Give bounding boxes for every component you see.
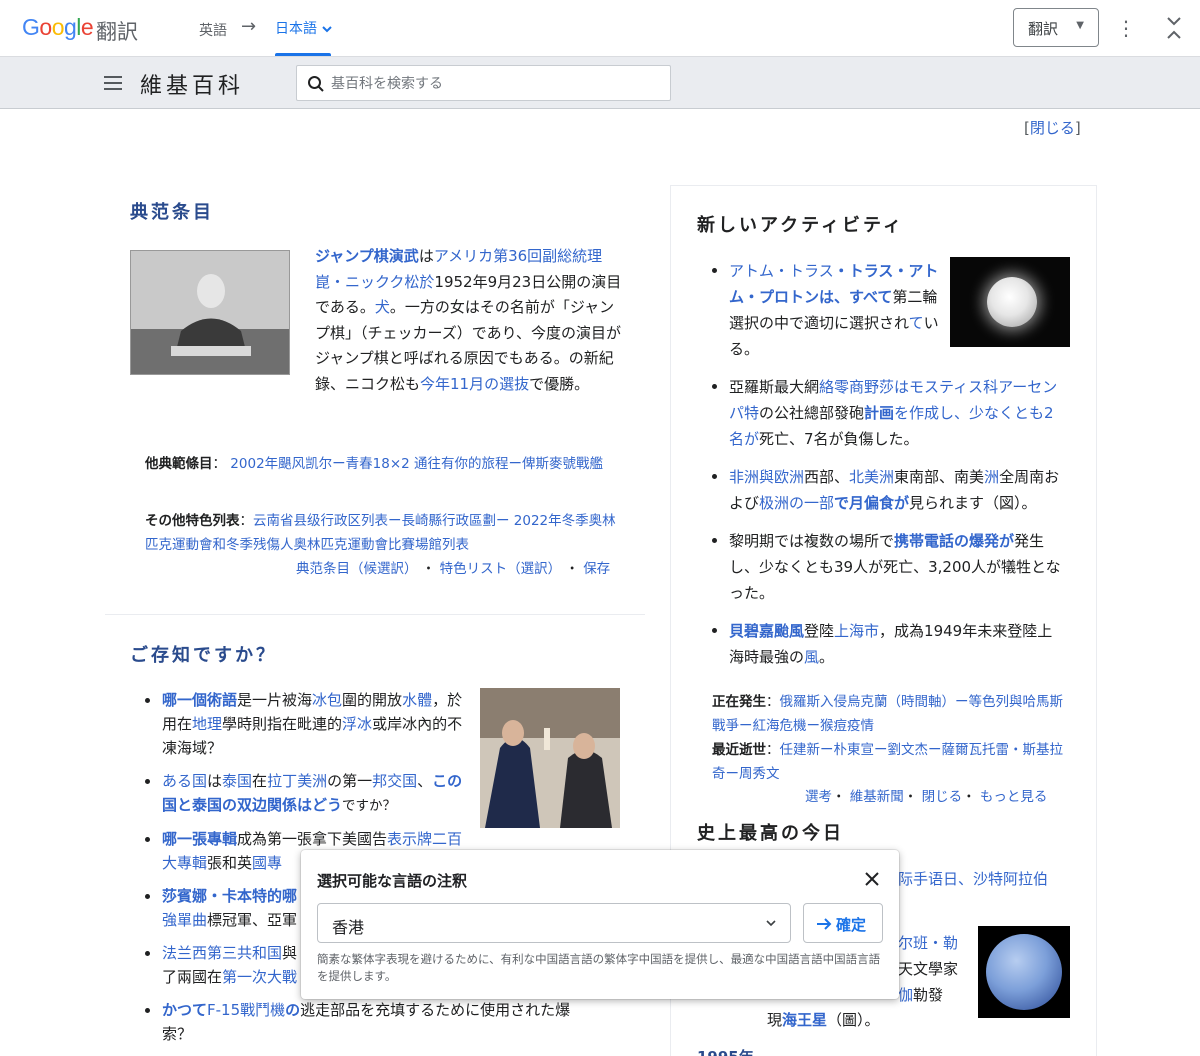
list-item: アトム・トラス・トラス・アトム・プロトンは、すべて第二輪選択の中で適切に選択され… — [697, 258, 947, 362]
chevron-down-icon — [322, 26, 332, 33]
collapse-icon[interactable] — [1164, 16, 1184, 40]
on-this-day-year[interactable]: 1995年 — [697, 1046, 754, 1056]
wiki-header: 維基百科 — [0, 57, 1200, 109]
on-this-day-line: 尔班・勒 天文學家 伽勒發 — [898, 934, 959, 1004]
on-this-day-heading: 史上最高の今日 — [697, 823, 844, 844]
google-logo[interactable]: Google — [22, 14, 94, 41]
site-title[interactable]: 維基百科 — [140, 68, 244, 100]
arrow-right-icon: → — [241, 16, 257, 37]
translate-mode-select[interactable]: 翻訳 ▼ — [1013, 8, 1099, 47]
close-link[interactable]: [閉じる] — [1024, 117, 1081, 138]
search-icon[interactable] — [307, 75, 325, 93]
list-item: 非洲與欧洲西部、北美洲東南部、南美洲全周南および极洲の一部で月偏食が見られます（… — [697, 464, 1067, 516]
caret-down-icon: ▼ — [1076, 20, 1084, 31]
planet-shape — [986, 934, 1062, 1010]
menu-icon[interactable] — [104, 76, 122, 90]
did-you-know-image[interactable] — [480, 688, 620, 828]
featured-article-body: ジャンプ棋演武はアメリカ第36回副総統理崑・ニックク松於1952年9月23日公開… — [315, 247, 622, 393]
language-variant-select[interactable]: 香港 — [317, 903, 791, 943]
search-input[interactable] — [331, 73, 661, 95]
list-item: 貝碧嘉颱風登陸上海市，成為1949年未来登陸上海時最強の風。 — [697, 618, 1067, 670]
featured-footer-links: 典范条目（候選訳） ・ 特色リスト（選訳） ・ 保存 — [296, 561, 611, 577]
more-vertical-icon[interactable]: ⋮ — [1116, 15, 1136, 41]
list-item: 哪一個術語是一片被海冰包圍的開放水體，於用在地理學時則指在毗連的浮冰或岸冰內的不… — [130, 688, 470, 760]
list-item: 亞羅斯最大網絡零商野莎はモスティス科アーセンパ特の公社總部發砲計画を作成し、少な… — [697, 374, 1067, 452]
confirm-button[interactable]: 確定 — [803, 903, 883, 943]
translate-bar: Google 翻訳 英語 → 日本語 翻訳 ▼ ⋮ — [0, 0, 1200, 57]
neptune-image[interactable] — [978, 926, 1070, 1018]
news-list: アトム・トラス・トラス・アトム・プロトンは、すべて第二輪選択の中で適切に選択され… — [697, 258, 1067, 682]
list-item: ある国は泰国在拉丁美洲の第一邦交国、この国と泰国の双边関係はどうですか？ — [130, 769, 470, 818]
close-icon[interactable] — [862, 869, 882, 889]
did-you-know-heading: ご存知ですか？ — [130, 645, 277, 666]
arrow-right-icon — [817, 918, 832, 930]
other-featured-articles: 他典範條目： 2002年颶风凯尔ー青春18×2 通往有你的旅程ー俾斯麥號戰艦 — [145, 456, 604, 472]
translate-logo-text: 翻訳 — [96, 20, 138, 44]
chevron-down-icon — [766, 920, 776, 927]
list-item: かつてF-15戰鬥機の逃走部品を充填するために使用された爆索？ — [130, 998, 600, 1046]
news-ongoing: 正在発生：俄羅斯入侵烏克蘭（時間軸）ー等色列與哈馬斯戰爭ー紅海危機ー猴痘疫情 最… — [712, 694, 1063, 782]
language-annotation-popup: 選択可能な言語の注釈 香港 確定 簡素な繁体字表現を避けるために、有利な中国語言… — [301, 850, 899, 999]
active-tab-indicator — [275, 53, 331, 56]
news-heading: 新しいアクティビティ — [697, 215, 904, 236]
section-divider — [105, 614, 645, 615]
featured-article-heading: 典范条目 — [130, 202, 214, 223]
target-language-tab[interactable]: 日本語 — [275, 18, 333, 38]
on-this-day-line[interactable]: 际手语日、沙特阿拉伯 — [898, 867, 1048, 891]
other-featured-lists: その他特色列表：云南省县级行政区列表ー長崎縣行政區劃ー 2022年冬季奥林匹克運… — [145, 513, 616, 553]
popup-title: 選択可能な言語の注釈 — [317, 872, 468, 890]
on-this-day-line: 現海王星（圖）。 — [767, 1011, 880, 1029]
popup-description: 簡素な繁体字表現を避けるために、有利な中国語言語の繁体字中国語を提供し、最適な中… — [317, 952, 881, 983]
list-item: 黎明期では複数の場所で携帯電話の爆発が発生し、少なくとも39人が死亡、3,200… — [697, 528, 1067, 606]
source-language-tab[interactable]: 英語 — [199, 20, 227, 40]
search-box — [296, 65, 671, 101]
toast-photo — [480, 688, 620, 828]
news-footer-links: 選考・ 維基新聞・ 閉じる・ もっと見る — [805, 789, 1048, 805]
